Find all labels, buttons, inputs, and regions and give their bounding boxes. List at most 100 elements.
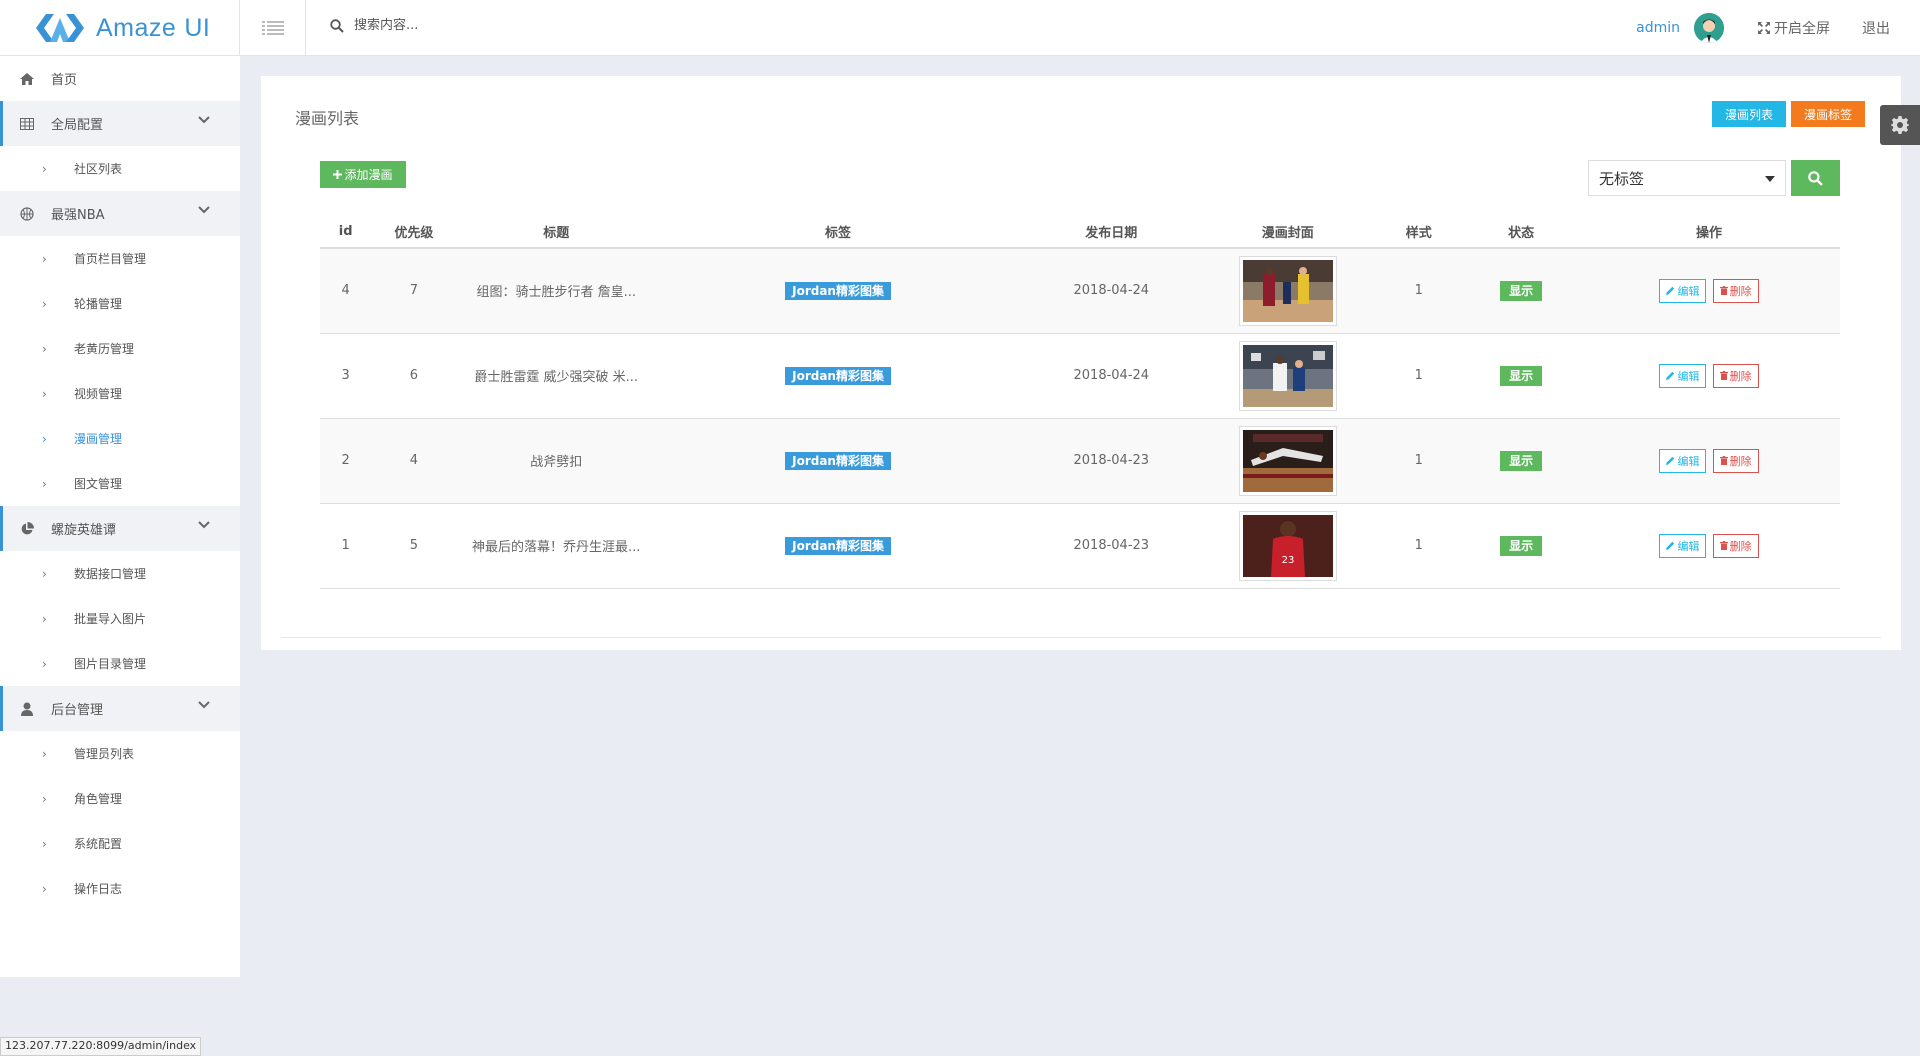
column-header[interactable]: id: [320, 216, 372, 249]
sidebar-item-home[interactable]: 首页: [0, 56, 240, 101]
delete-button[interactable]: 删除: [1712, 448, 1759, 473]
chevron-right-icon: ›: [42, 881, 47, 896]
avatar[interactable]: [1694, 13, 1724, 43]
gear-icon: [1891, 116, 1909, 134]
chevron-right-icon: ›: [42, 251, 47, 266]
edit-button[interactable]: 编辑: [1659, 533, 1707, 558]
cell-tag: Jordan精彩图集: [655, 248, 1021, 334]
search-icon: [330, 18, 344, 33]
cover-thumbnail[interactable]: [1238, 340, 1337, 411]
sidebar-item-label: 视频管理: [74, 387, 123, 401]
sidebar-item-articles[interactable]: › 图文管理: [0, 461, 240, 506]
table-row: 3 6 爵士胜雷霆 威少强突破 米... Jordan精彩图集 2018-04-…: [320, 333, 1840, 419]
cover-thumbnail[interactable]: 23: [1238, 510, 1337, 581]
sidebar-item-label: 图片目录管理: [74, 657, 147, 671]
sidebar-item-bulk-import[interactable]: › 批量导入图片: [0, 596, 240, 641]
search-input[interactable]: [354, 18, 574, 33]
sidebar-item-image-directory[interactable]: › 图片目录管理: [0, 641, 240, 686]
edit-button[interactable]: 编辑: [1659, 448, 1707, 473]
logo[interactable]: Amaze UI: [0, 0, 240, 56]
tag-filter-select[interactable]: 无标签: [1588, 160, 1786, 196]
column-header[interactable]: 发布日期: [1020, 216, 1203, 249]
status-badge: 显示: [1500, 280, 1543, 301]
table-row: 1 5 神最后的落幕！乔丹生涯最... Jordan精彩图集 2018-04-2…: [320, 503, 1840, 589]
sidebar-item-label: 系统配置: [74, 837, 123, 851]
trash-icon: [1719, 541, 1728, 550]
fullscreen-label: 开启全屏: [1774, 21, 1830, 37]
column-header[interactable]: 状态: [1464, 216, 1579, 249]
edit-label: 编辑: [1677, 455, 1700, 468]
delete-label: 删除: [1729, 370, 1752, 383]
delete-button[interactable]: 删除: [1712, 278, 1759, 303]
cover-thumbnail[interactable]: [1238, 425, 1337, 496]
cell-style: 1: [1373, 418, 1465, 504]
cell-date: 2018-04-24: [1020, 333, 1203, 419]
fullscreen-button[interactable]: 开启全屏: [1758, 18, 1830, 38]
cell-title: 爵士胜雷霆 威少强突破 米...: [456, 333, 656, 419]
comic-tags-button[interactable]: 漫画标签: [1791, 101, 1865, 127]
cover-thumbnail[interactable]: [1238, 255, 1337, 326]
svg-text:23: 23: [1281, 555, 1294, 566]
caret-down-icon: [1765, 176, 1775, 182]
cell-priority: 7: [371, 248, 457, 334]
sidebar-item-system-config[interactable]: › 系统配置: [0, 821, 240, 866]
sidebar-item-roles[interactable]: › 角色管理: [0, 776, 240, 821]
column-header[interactable]: 漫画封面: [1202, 216, 1374, 249]
sidebar-group-global-config[interactable]: 全局配置: [0, 101, 240, 146]
logout-link[interactable]: 退出: [1862, 18, 1890, 38]
chevron-right-icon: ›: [42, 656, 47, 671]
cell-status: 显示: [1464, 248, 1579, 334]
sidebar-group-label: 全局配置: [51, 118, 104, 133]
cell-priority: 6: [371, 333, 457, 419]
edit-button[interactable]: 编辑: [1659, 363, 1707, 388]
comic-table: id 优先级 标题 标签 发布日期 漫画封面 样式 状态 操作 4 7 组图：骑…: [320, 216, 1840, 589]
cell-status: 显示: [1464, 333, 1579, 419]
sidebar-item-data-api[interactable]: › 数据接口管理: [0, 551, 240, 596]
sidebar-group-admin[interactable]: 后台管理: [0, 686, 240, 731]
column-header[interactable]: 标签: [655, 216, 1021, 249]
sidebar-item-admin-list[interactable]: › 管理员列表: [0, 731, 240, 776]
sidebar-item-almanac[interactable]: › 老黄历管理: [0, 326, 240, 371]
chevron-right-icon: ›: [42, 296, 47, 311]
column-header[interactable]: 优先级: [371, 216, 457, 249]
column-header[interactable]: 标题: [456, 216, 656, 249]
username-link[interactable]: admin: [1636, 20, 1680, 36]
sidebar-item-carousel[interactable]: › 轮播管理: [0, 281, 240, 326]
chevron-down-icon: [198, 521, 210, 529]
cell-cover: [1202, 418, 1374, 504]
cell-date: 2018-04-23: [1020, 503, 1203, 589]
column-header[interactable]: 操作: [1578, 216, 1840, 249]
comic-list-button[interactable]: 漫画列表: [1712, 101, 1786, 127]
sidebar-item-comics[interactable]: › 漫画管理: [0, 416, 240, 461]
cover-image: 23: [1242, 514, 1333, 577]
trash-icon: [1719, 456, 1728, 465]
sidebar-item-video[interactable]: › 视频管理: [0, 371, 240, 416]
sidebar-item-operation-log[interactable]: › 操作日志: [0, 866, 240, 911]
chevron-right-icon: ›: [42, 836, 47, 851]
filter-search-button[interactable]: [1791, 160, 1840, 196]
add-comic-button[interactable]: 添加漫画: [320, 161, 406, 188]
menu-toggle-button[interactable]: [240, 0, 306, 56]
cell-style: 1: [1373, 333, 1465, 419]
sidebar-item-label: 社区列表: [74, 162, 123, 176]
sidebar-group-spiral-hero[interactable]: 螺旋英雄谭: [0, 506, 240, 551]
delete-button[interactable]: 删除: [1712, 533, 1759, 558]
table-row: 4 7 组图：骑士胜步行者 詹皇... Jordan精彩图集 2018-04-2…: [320, 248, 1840, 334]
tag-badge: Jordan精彩图集: [785, 281, 891, 300]
settings-button[interactable]: [1880, 105, 1920, 145]
pencil-icon: [1666, 371, 1675, 380]
sidebar-item-community-list[interactable]: › 社区列表: [0, 146, 240, 191]
tag-badge: Jordan精彩图集: [785, 451, 891, 470]
table-header-row: id 优先级 标题 标签 发布日期 漫画封面 样式 状态 操作: [320, 216, 1840, 249]
sidebar-group-nba[interactable]: 最强NBA: [0, 191, 240, 236]
sidebar-group-label: 螺旋英雄谭: [51, 523, 117, 538]
column-header[interactable]: 样式: [1373, 216, 1465, 249]
cell-id: 4: [320, 248, 372, 334]
sidebar-item-home-column[interactable]: › 首页栏目管理: [0, 236, 240, 281]
sidebar: 首页 全局配置 › 社区列表 最强NBA › 首页栏目管理 › 轮播管理 › 老黄历管理…: [0, 56, 240, 977]
logo-icon: [36, 14, 84, 42]
edit-button[interactable]: 编辑: [1659, 278, 1707, 303]
plus-icon: [333, 170, 343, 179]
sidebar-item-label: 操作日志: [74, 882, 123, 896]
delete-button[interactable]: 删除: [1712, 363, 1759, 388]
